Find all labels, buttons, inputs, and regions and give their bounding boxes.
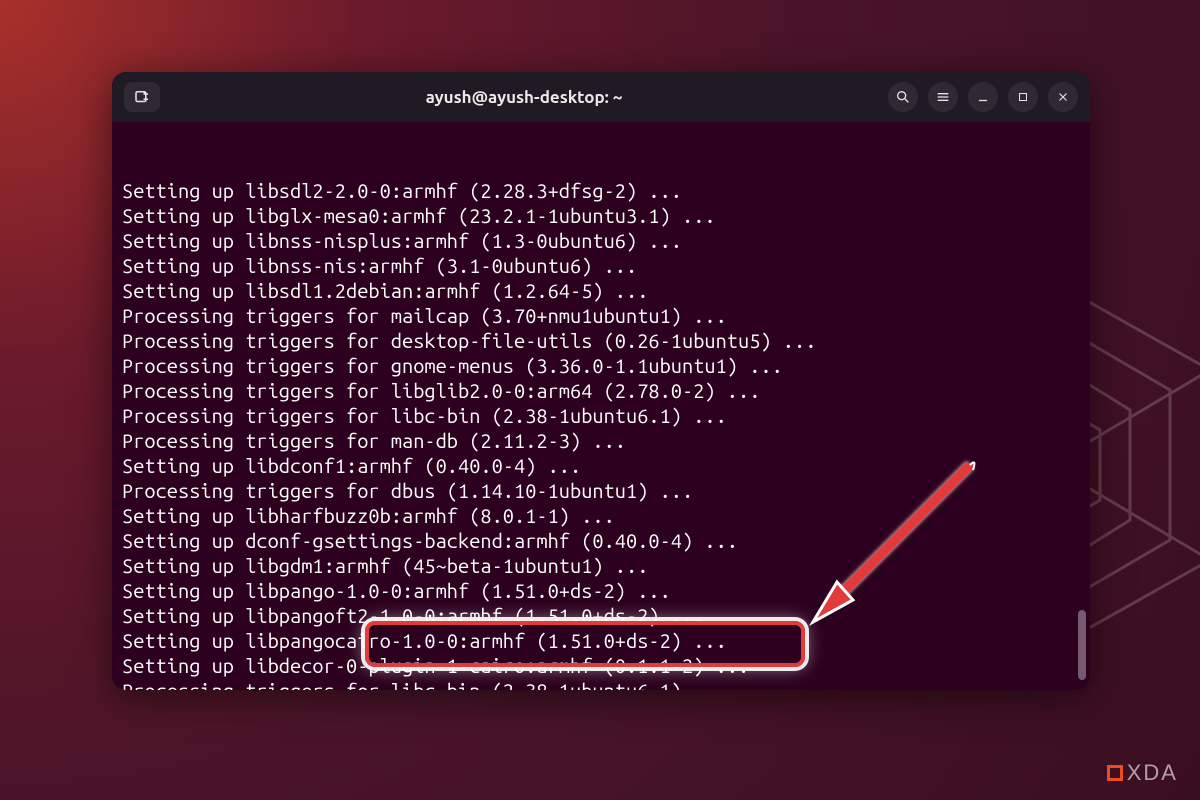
search-button[interactable] bbox=[888, 82, 918, 112]
output-line: Setting up libsdl1.2debian:armhf (1.2.64… bbox=[122, 278, 1080, 303]
output-line: Setting up libharfbuzz0b:armhf (8.0.1-1)… bbox=[122, 503, 1080, 528]
menu-button[interactable] bbox=[928, 82, 958, 112]
output-line: Setting up libpangoft2-1.0-0:armhf (1.51… bbox=[122, 603, 1080, 628]
output-line: Processing triggers for libc-bin (2.38-1… bbox=[122, 403, 1080, 428]
output-line: Setting up dconf-gsettings-backend:armhf… bbox=[122, 528, 1080, 553]
output-line: Setting up libpango-1.0-0:armhf (1.51.0+… bbox=[122, 578, 1080, 603]
output-line: Setting up libnss-nis:armhf (3.1-0ubuntu… bbox=[122, 253, 1080, 278]
output-line: Processing triggers for desktop-file-uti… bbox=[122, 328, 1080, 353]
watermark-text: XDA bbox=[1127, 760, 1178, 786]
output-line: Processing triggers for dbus (1.14.10-1u… bbox=[122, 478, 1080, 503]
terminal-window: ayush@ayush-desktop: ~ Setting up libsdl… bbox=[112, 72, 1090, 690]
watermark: XDA bbox=[1107, 760, 1178, 786]
output-line: Setting up libdecor-0-plugin-1-cairo:arm… bbox=[122, 653, 1080, 678]
output-line: Processing triggers for libglib2.0-0:arm… bbox=[122, 378, 1080, 403]
title-bar: ayush@ayush-desktop: ~ bbox=[112, 72, 1090, 122]
maximize-button[interactable] bbox=[1008, 82, 1038, 112]
new-tab-button[interactable] bbox=[124, 82, 160, 112]
scrollbar-thumb[interactable] bbox=[1078, 610, 1086, 680]
output-line: Setting up libdconf1:armhf (0.40.0-4) ..… bbox=[122, 453, 1080, 478]
output-line: Setting up libsdl2-2.0-0:armhf (2.28.3+d… bbox=[122, 178, 1080, 203]
watermark-icon bbox=[1107, 765, 1123, 781]
output-line: Setting up libnss-nisplus:armhf (1.3-0ub… bbox=[122, 228, 1080, 253]
output-line: Setting up libgdm1:armhf (45~beta-1ubunt… bbox=[122, 553, 1080, 578]
output-line: Processing triggers for mailcap (3.70+nm… bbox=[122, 303, 1080, 328]
terminal-output: Setting up libsdl2-2.0-0:armhf (2.28.3+d… bbox=[122, 178, 1080, 690]
close-button[interactable] bbox=[1048, 82, 1078, 112]
output-line: Processing triggers for man-db (2.11.2-3… bbox=[122, 428, 1080, 453]
terminal-body[interactable]: Setting up libsdl2-2.0-0:armhf (2.28.3+d… bbox=[112, 122, 1090, 690]
output-line: Setting up libpangocairo-1.0-0:armhf (1.… bbox=[122, 628, 1080, 653]
window-title: ayush@ayush-desktop: ~ bbox=[168, 88, 880, 107]
output-line: Setting up libglx-mesa0:armhf (23.2.1-1u… bbox=[122, 203, 1080, 228]
minimize-button[interactable] bbox=[968, 82, 998, 112]
output-line: Processing triggers for gnome-menus (3.3… bbox=[122, 353, 1080, 378]
output-line: Processing triggers for libc-bin (2.38-1… bbox=[122, 678, 1080, 690]
